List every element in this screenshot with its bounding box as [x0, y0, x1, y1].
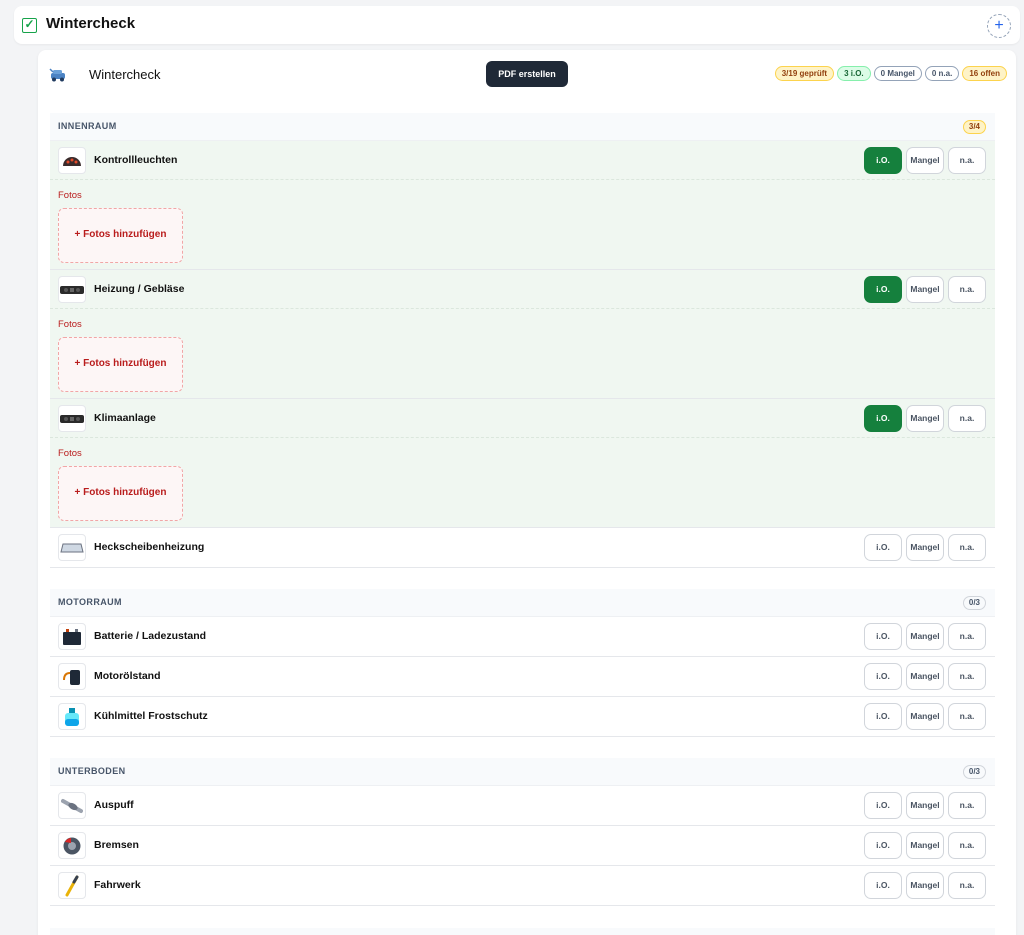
io-count-badge: 3 i.O.: [837, 66, 871, 81]
item-name: Heckscheibenheizung: [94, 541, 205, 553]
item-name: Auspuff: [94, 799, 134, 811]
mangel-button[interactable]: Mangel: [906, 147, 944, 174]
section-count-badge: 0/3: [962, 765, 986, 779]
top-title: Wintercheck: [46, 15, 136, 32]
na-count-badge: 0 n.a.: [924, 66, 960, 81]
add-photos-button[interactable]: + Fotos hinzufügen: [58, 208, 183, 263]
section-title: UNTERBODEN: [58, 766, 126, 776]
brake-icon: [58, 832, 86, 859]
na-button[interactable]: n.a.: [948, 703, 986, 730]
checked-badge: 3/19 geprüft: [774, 66, 835, 81]
dashboard-icon: [58, 147, 86, 174]
add-photos-button[interactable]: + Fotos hinzufügen: [58, 337, 183, 392]
section-title: MOTORRAUM: [58, 597, 122, 607]
section-innenraum: INNENRAUM 3/4 Kontrollleuchten i.O. Mang…: [50, 113, 995, 582]
next-section-header: [50, 928, 995, 935]
list-item: Kontrollleuchten i.O. Mangel n.a. Fotos …: [50, 141, 995, 270]
photos-label: Fotos: [58, 448, 82, 459]
list-item: Fahrwerk i.O. Mangel n.a.: [50, 866, 995, 906]
car-service-icon: [49, 68, 65, 82]
mangel-button[interactable]: Mangel: [906, 276, 944, 303]
rear-window-icon: [58, 534, 86, 561]
io-button[interactable]: i.O.: [864, 534, 902, 561]
item-name: Klimaanlage: [94, 412, 156, 424]
add-plus-icon[interactable]: +: [987, 14, 1011, 38]
na-button[interactable]: n.a.: [948, 147, 986, 174]
section-title: INNENRAUM: [58, 121, 117, 131]
na-button[interactable]: n.a.: [948, 276, 986, 303]
mangel-button[interactable]: Mangel: [906, 792, 944, 819]
io-button[interactable]: i.O.: [864, 147, 902, 174]
io-button[interactable]: i.O.: [864, 405, 902, 432]
shock-absorber-icon: [58, 872, 86, 899]
na-button[interactable]: n.a.: [948, 405, 986, 432]
na-button[interactable]: n.a.: [948, 872, 986, 899]
mangel-button[interactable]: Mangel: [906, 405, 944, 432]
summary-badges: 3/19 geprüft 3 i.O. 0 Mangel 0 n.a. 16 o…: [774, 66, 1007, 81]
coolant-icon: [58, 703, 86, 730]
na-button[interactable]: n.a.: [948, 663, 986, 690]
mangel-button[interactable]: Mangel: [906, 703, 944, 730]
mangel-button[interactable]: Mangel: [906, 534, 944, 561]
list-item: Batterie / Ladezustand i.O. Mangel n.a.: [50, 617, 995, 657]
io-button[interactable]: i.O.: [864, 623, 902, 650]
na-button[interactable]: n.a.: [948, 832, 986, 859]
mangel-button[interactable]: Mangel: [906, 832, 944, 859]
battery-icon: [58, 623, 86, 650]
checklist-card: Wintercheck PDF erstellen 3/19 geprüft 3…: [38, 50, 1016, 935]
list-item: Bremsen i.O. Mangel n.a.: [50, 826, 995, 866]
item-name: Fahrwerk: [94, 879, 141, 891]
io-button[interactable]: i.O.: [864, 663, 902, 690]
climate-panel-icon: [58, 276, 86, 303]
item-name: Batterie / Ladezustand: [94, 630, 207, 642]
io-button[interactable]: i.O.: [864, 703, 902, 730]
list-item: Klimaanlage i.O. Mangel n.a. Fotos + Fot…: [50, 399, 995, 528]
item-name: Kühlmittel Frostschutz: [94, 710, 208, 722]
list-item: Heckscheibenheizung i.O. Mangel n.a.: [50, 528, 995, 568]
climate-panel-icon: [58, 405, 86, 432]
item-name: Heizung / Gebläse: [94, 283, 185, 295]
oil-icon: [58, 663, 86, 690]
list-item: Kühlmittel Frostschutz i.O. Mangel n.a.: [50, 697, 995, 737]
exhaust-icon: [58, 792, 86, 819]
add-photos-button[interactable]: + Fotos hinzufügen: [58, 466, 183, 521]
io-button[interactable]: i.O.: [864, 792, 902, 819]
io-button[interactable]: i.O.: [864, 276, 902, 303]
na-button[interactable]: n.a.: [948, 534, 986, 561]
photos-label: Fotos: [58, 319, 82, 330]
section-unterboden: UNTERBODEN 0/3 Auspuff i.O. Mangel n.a.: [50, 758, 995, 920]
list-item: Auspuff i.O. Mangel n.a.: [50, 786, 995, 826]
mangel-button[interactable]: Mangel: [906, 623, 944, 650]
section-header: MOTORRAUM 0/3: [50, 589, 995, 617]
section-header: UNTERBODEN 0/3: [50, 758, 995, 786]
pdf-create-button[interactable]: PDF erstellen: [486, 61, 568, 87]
wintercheck-top-card: ✓ Wintercheck +: [14, 6, 1020, 44]
section-header: INNENRAUM 3/4: [50, 113, 995, 141]
na-button[interactable]: n.a.: [948, 792, 986, 819]
section-count-badge: 3/4: [962, 120, 986, 134]
item-name: Kontrollleuchten: [94, 154, 178, 166]
open-count-badge: 16 offen: [962, 66, 1007, 81]
item-name: Bremsen: [94, 839, 139, 851]
list-item: Motorölstand i.O. Mangel n.a.: [50, 657, 995, 697]
na-button[interactable]: n.a.: [948, 623, 986, 650]
checklist-title: Wintercheck: [89, 67, 161, 82]
mangel-button[interactable]: Mangel: [906, 872, 944, 899]
mangel-count-badge: 0 Mangel: [873, 66, 922, 81]
checkbox-icon[interactable]: ✓: [22, 18, 37, 33]
mangel-button[interactable]: Mangel: [906, 663, 944, 690]
io-button[interactable]: i.O.: [864, 872, 902, 899]
section-count-badge: 0/3: [962, 596, 986, 610]
io-button[interactable]: i.O.: [864, 832, 902, 859]
photos-label: Fotos: [58, 190, 82, 201]
section-motorraum: MOTORRAUM 0/3 Batterie / Ladezustand i.O…: [50, 589, 995, 751]
item-name: Motorölstand: [94, 670, 161, 682]
list-item: Heizung / Gebläse i.O. Mangel n.a. Fotos…: [50, 270, 995, 399]
